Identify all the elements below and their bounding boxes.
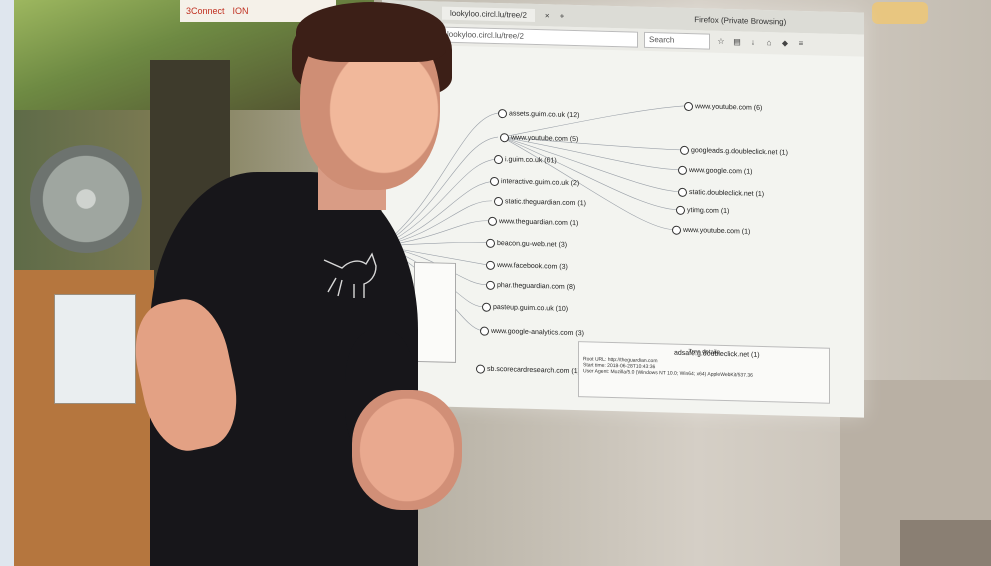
menu-icon[interactable]: ≡ [796,39,806,49]
tree-node-label: phar.theguardian.com (8) [497,282,576,292]
new-tab-icon[interactable]: + [560,11,565,20]
tree-node[interactable]: www.google.com (1) [678,165,753,177]
node-circle-icon[interactable] [486,260,495,270]
node-circle-icon[interactable] [494,154,503,165]
tree-node[interactable]: i.guim.co.uk (61) [494,154,557,166]
tree-node-label: static.doubleclick.net (1) [689,189,765,199]
node-circle-icon[interactable] [680,145,689,156]
node-circle-icon[interactable] [498,109,507,119]
tree-node-label: beacon.gu-web.net (3) [497,240,568,249]
side-details-box [414,261,456,363]
node-circle-icon[interactable] [684,101,693,112]
table-edge [900,520,991,566]
ceiling-lamp [872,2,928,24]
tab-close-icon[interactable]: × [545,11,550,20]
tree-node-label: interactive.guim.co.uk (2) [501,178,580,188]
node-circle-icon[interactable] [678,165,687,175]
unicorn-print [323,252,377,298]
node-circle-icon[interactable] [678,187,687,197]
browser-tab[interactable]: lookyloo.circl.lu/tree/2 [442,6,535,22]
tree-node-label: www.youtube.com (6) [695,103,763,112]
tree-node-label: static.theguardian.com (1) [505,198,586,208]
download-icon[interactable]: ↓ [748,38,758,48]
desk-fan [30,145,142,253]
tree-node-label: www.facebook.com (3) [497,262,568,271]
node-circle-icon[interactable] [672,225,681,235]
tree-node-label: i.guim.co.uk (61) [505,156,557,165]
tree-node-label: pasteup.guim.co.uk (10) [493,303,569,313]
logo-3connect: 3Connect [186,6,225,16]
node-circle-icon[interactable] [490,176,499,187]
node-circle-icon[interactable] [500,133,509,143]
hands [352,390,462,510]
library-icon[interactable]: ▤ [732,37,742,47]
node-circle-icon[interactable] [482,302,491,312]
node-circle-icon[interactable] [488,216,497,227]
url-input[interactable]: lookyloo.circl.lu/tree/2 [442,26,638,48]
tree-node[interactable]: ytimg.com (1) [676,205,730,216]
tree-node-label: www.youtube.com (5) [511,134,579,144]
logo-ion: ION [232,6,249,16]
tree-node-label: www.youtube.com (1) [683,226,751,236]
tree-node-label: googleads.g.doubleclick.net (1) [691,147,788,157]
node-circle-icon[interactable] [486,238,495,248]
node-circle-icon[interactable] [480,326,489,336]
home-icon[interactable]: ⌂ [764,38,774,48]
tree-node-label: ytimg.com (1) [687,206,730,216]
left-border-strip [0,0,14,566]
tree-node-label: www.google-analytics.com (3) [491,327,584,338]
node-circle-icon[interactable] [486,280,495,290]
tree-node-label: www.theguardian.com (1) [499,218,579,228]
projection-screen: lookyloo.circl.lu/tree/2 × + Firefox (Pr… [382,0,864,418]
star-icon[interactable]: ☆ [716,37,726,47]
shelf-poster [54,294,136,404]
search-input[interactable]: Search [644,31,710,50]
tree-node-label: sb.scorecardresearch.com (1) [487,365,580,376]
tree-node-label: assets.guim.co.uk (12) [509,110,580,120]
window-title: Firefox (Private Browsing) [694,14,787,27]
tree-node-label: www.google.com (1) [689,167,753,176]
extension-icon[interactable]: ◆ [780,38,790,48]
hair-top [296,2,446,62]
node-circle-icon[interactable] [676,205,685,215]
site-tree: assets.guim.co.uk (12) www.youtube.com (5… [382,46,864,418]
node-circle-icon[interactable] [494,196,503,207]
node-circle-icon[interactable] [476,364,485,374]
